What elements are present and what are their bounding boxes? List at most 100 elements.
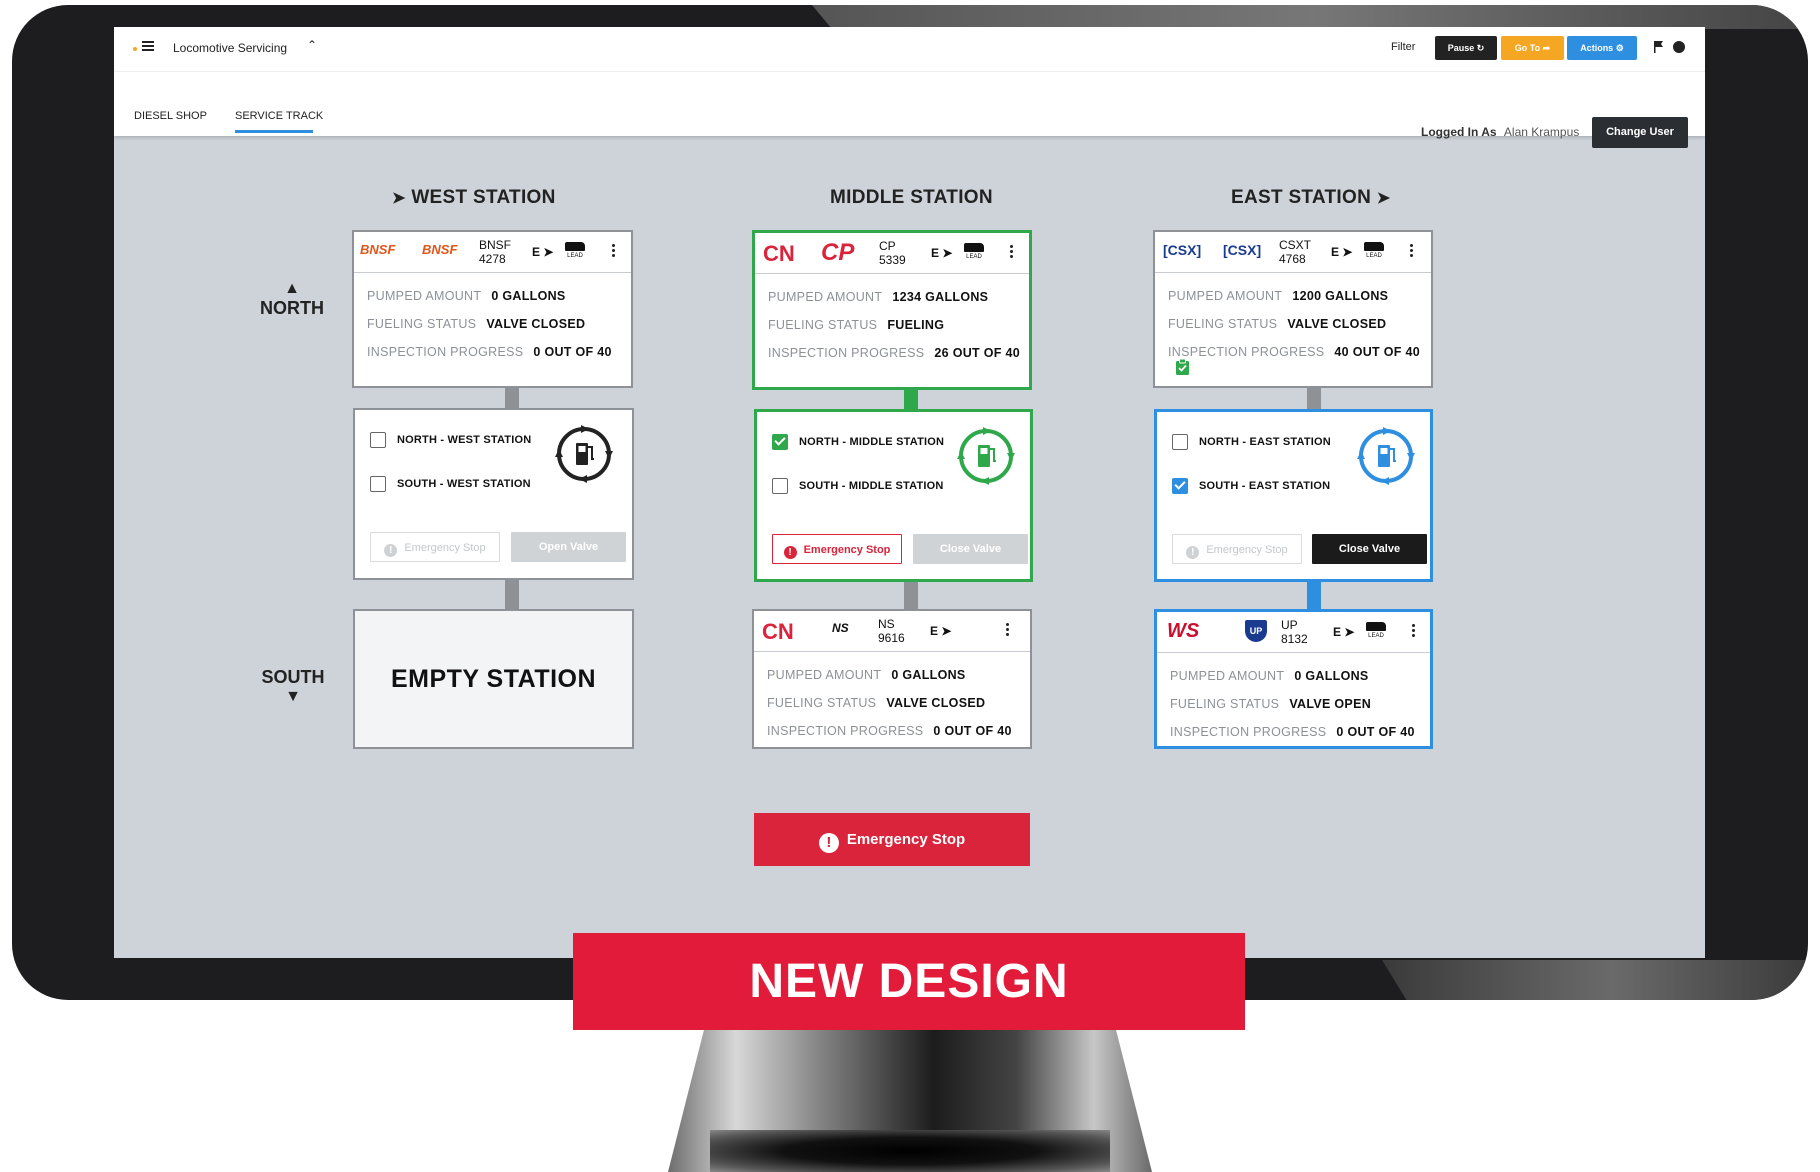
pumped-label: PUMPED AMOUNT: [768, 290, 883, 304]
change-user-button[interactable]: Change User: [1592, 117, 1688, 148]
user-name: Alan Krampus: [1503, 125, 1580, 139]
north-middle-option-label: NORTH - MIDDLE STATION: [799, 436, 945, 448]
loco-number: 4278: [479, 252, 506, 266]
south-text: SOUTH: [261, 667, 325, 687]
pause-button[interactable]: Pause ↻: [1435, 36, 1497, 60]
flag-icon[interactable]: [1654, 41, 1663, 53]
goto-button[interactable]: Go To ➦: [1501, 36, 1564, 60]
more-options-icon[interactable]: [1412, 624, 1416, 639]
right-arrow-icon: ➤: [1376, 190, 1391, 207]
track-connector: [505, 388, 519, 408]
loco-id: CSXT 4768: [1279, 238, 1311, 266]
north-east-checkbox[interactable]: [1172, 434, 1188, 450]
open-valve-button[interactable]: Open Valve: [511, 532, 626, 562]
inspection-progress-row: INSPECTION PROGRESS 0 OUT OF 40: [1170, 725, 1415, 739]
north-west-checkbox[interactable]: [370, 432, 386, 448]
loco-card-middle-south[interactable]: CN NS NS 9616 E ➤ PUMPED AMOUNT 0 GALLONS…: [752, 609, 1032, 749]
middle-station-title: MIDDLE STATION: [830, 187, 993, 208]
lead-locomotive-icon: LEAD: [1365, 622, 1387, 639]
fueling-status-row: FUELING STATUS VALVE CLOSED: [767, 696, 985, 710]
global-emergency-stop-button[interactable]: ! Emergency Stop: [754, 813, 1030, 866]
more-options-icon[interactable]: [1006, 623, 1010, 638]
tab-service-track[interactable]: SERVICE TRACK: [235, 110, 323, 122]
fueling-status-row: FUELING STATUS VALVE OPEN: [1170, 697, 1371, 711]
pumped-amount-row: PUMPED AMOUNT 0 GALLONS: [367, 289, 566, 303]
north-west-option-label: NORTH - WEST STATION: [397, 434, 532, 446]
more-options-icon[interactable]: [612, 244, 616, 259]
fueling-label: FUELING STATUS: [768, 318, 878, 332]
direction-text: E: [1333, 625, 1342, 639]
empty-station-card: EMPTY STATION: [353, 609, 634, 749]
fueling-label: FUELING STATUS: [1170, 697, 1280, 711]
loco-card-west-north[interactable]: BNSF BNSF BNSF 4278 E ➤ LEAD PUMPED AMOU…: [352, 230, 633, 388]
monitor-stand-base: [710, 1130, 1110, 1172]
fuel-control-east: NORTH - EAST STATION SOUTH - EAST STATIO…: [1154, 409, 1433, 582]
bnsf-logo: BNSF: [422, 242, 458, 257]
lead-label: LEAD: [1368, 633, 1384, 639]
south-east-checkbox[interactable]: [1172, 478, 1188, 494]
track-connector: [505, 580, 519, 609]
lead-label: LEAD: [966, 254, 982, 260]
active-tab-indicator: [235, 130, 313, 133]
actions-button[interactable]: Actions ⚙: [1567, 36, 1637, 60]
lead-locomotive-icon: LEAD: [1363, 242, 1385, 259]
share-arrow-icon: ➦: [1542, 43, 1551, 53]
loco-id: NS 9616: [878, 617, 905, 645]
direction-text: E: [930, 624, 939, 638]
emergency-stop-label: Emergency Stop: [1206, 544, 1288, 556]
north-middle-checkbox[interactable]: [772, 434, 788, 450]
loco-number: 4768: [1279, 252, 1306, 266]
alert-icon: !: [384, 544, 398, 557]
loco-road: UP: [1281, 618, 1298, 632]
close-valve-button[interactable]: Close Valve: [1312, 534, 1427, 564]
fueling-value: VALVE CLOSED: [1287, 317, 1387, 331]
fueling-value: VALVE CLOSED: [486, 317, 586, 331]
alert-icon: !: [1186, 546, 1200, 559]
tab-diesel-shop[interactable]: DIESEL SHOP: [134, 110, 207, 122]
logged-in-info: Logged In As Alan Krampus: [1421, 125, 1579, 139]
menu-icon[interactable]: [142, 41, 154, 51]
track-connector: [904, 582, 918, 609]
alert-icon: !: [783, 546, 797, 559]
inspection-label: INSPECTION PROGRESS: [767, 724, 924, 738]
loco-card-east-north[interactable]: [CSX] [CSX] CSXT 4768 E ➤ LEAD PUMPED AM…: [1153, 230, 1433, 388]
west-station-title: WEST STATION: [411, 187, 556, 208]
inspection-value: 40 OUT OF 40: [1334, 345, 1420, 359]
loco-header: BNSF BNSF BNSF 4278 E ➤ LEAD: [354, 232, 631, 273]
loco-number: 5339: [879, 253, 906, 267]
bezel-highlight-bottom: [1382, 960, 1808, 1000]
app-screen: Locomotive Servicing ⌃ Filter Pause ↻ Go…: [114, 27, 1705, 958]
user-icon[interactable]: [1673, 41, 1685, 53]
south-middle-checkbox[interactable]: [772, 478, 788, 494]
emergency-stop-button[interactable]: ! Emergency Stop: [370, 532, 500, 562]
up-logo: UP: [1245, 620, 1267, 642]
inspection-label: INSPECTION PROGRESS: [367, 345, 524, 359]
inspection-progress-row: INSPECTION PROGRESS 26 OUT OF 40: [768, 346, 1020, 360]
south-west-checkbox[interactable]: [370, 476, 386, 492]
pumped-amount-row: PUMPED AMOUNT 0 GALLONS: [1170, 669, 1369, 683]
inspection-label: INSPECTION PROGRESS: [1170, 725, 1327, 739]
more-options-icon[interactable]: [1010, 245, 1014, 260]
lead-locomotive-icon: LEAD: [564, 242, 586, 259]
loco-header: [CSX] [CSX] CSXT 4768 E ➤ LEAD: [1155, 232, 1431, 273]
chevron-up-icon[interactable]: ⌃: [307, 38, 317, 52]
empty-station-label: EMPTY STATION: [390, 665, 597, 693]
close-valve-button[interactable]: Close Valve: [913, 534, 1028, 564]
fuel-control-middle: NORTH - MIDDLE STATION SOUTH - MIDDLE ST…: [754, 409, 1033, 582]
global-emergency-stop-label: Emergency Stop: [846, 831, 966, 848]
loco-card-east-south[interactable]: WS UP UP 8132 E ➤ LEAD PUMPED AMOUNT 0 GA…: [1154, 609, 1433, 749]
more-options-icon[interactable]: [1410, 244, 1414, 259]
goto-label: Go To: [1514, 43, 1541, 53]
emergency-stop-button[interactable]: ! Emergency Stop: [772, 534, 902, 564]
pumped-value: 0 GALLONS: [491, 289, 566, 303]
lead-label: LEAD: [1366, 253, 1382, 259]
pumped-label: PUMPED AMOUNT: [767, 668, 882, 682]
filter-button[interactable]: Filter: [1391, 41, 1415, 53]
track-connector: [1307, 388, 1321, 409]
loco-id: UP 8132: [1281, 618, 1308, 646]
loco-id: CP 5339: [879, 239, 906, 267]
loco-card-middle-north[interactable]: CN CP CP 5339 E ➤ LEAD PUMPED AMOUNT 1234…: [752, 230, 1032, 390]
fuel-pump-cycle-icon: [555, 425, 613, 483]
ws-logo: WS: [1167, 620, 1200, 642]
emergency-stop-button[interactable]: ! Emergency Stop: [1172, 534, 1302, 564]
